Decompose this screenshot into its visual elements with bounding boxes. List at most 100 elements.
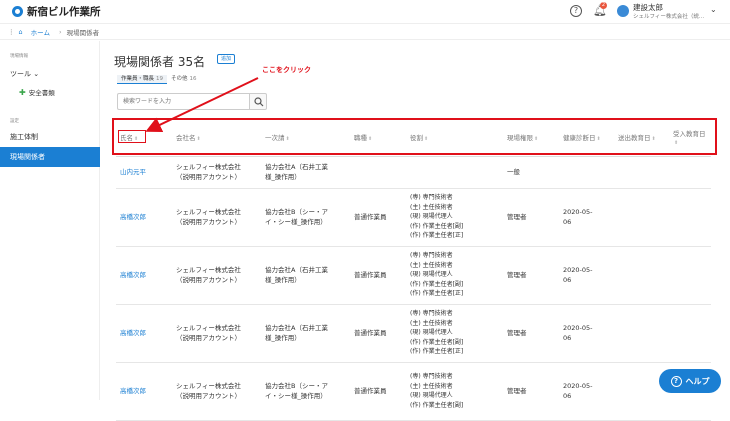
- trade-cell: [350, 156, 406, 189]
- breadcrumb-current: 現場関係者: [66, 28, 100, 37]
- roles-cell: (専) 専門技術者 (主) 主任技術者 (現) 現場代理人 (作) 作業主任者[副] (…: [406, 246, 503, 305]
- trade-cell: 普通作業員: [350, 362, 406, 421]
- role-line: (専) 専門技術者: [410, 373, 453, 380]
- chevron-right-icon: ›: [58, 27, 62, 36]
- permission-cell: 管理者: [503, 304, 559, 363]
- primary-line: イ・シー様_操作用）: [265, 218, 327, 226]
- health-check-cell: 2020-05- 06: [559, 362, 614, 421]
- receive-education-cell: [669, 246, 711, 305]
- primary-line: 協力会社A（石井工業: [265, 163, 328, 171]
- permission-cell: 一般: [503, 156, 559, 189]
- sidebar-item-label: 安全書類: [28, 89, 55, 97]
- home-icon[interactable]: ⌂: [19, 28, 23, 36]
- search-icon: [254, 97, 264, 107]
- send-education-cell: [614, 246, 669, 305]
- date-line: 06: [563, 334, 572, 342]
- tab-others[interactable]: その他 16: [167, 75, 201, 84]
- sidebar-item-safety-docs[interactable]: ✚ 安全書類: [19, 87, 55, 98]
- date-line: 2020-05-: [563, 324, 593, 332]
- breadcrumb: ⋮ ⌂ ホーム › 現場関係者: [0, 24, 730, 40]
- role-line: (作) 作業主任者[正]: [410, 348, 464, 356]
- help-label: ヘルプ: [685, 376, 710, 386]
- permission-cell: 管理者: [503, 362, 559, 421]
- sidebar: 現場情報 ツール ⌄ ✚ 安全書類 設定 施工体制 現場関係者: [0, 41, 100, 400]
- role-line: (主) 主任技術者: [410, 382, 453, 390]
- role-line: (作) 作業主任者[副]: [410, 338, 464, 346]
- company-line: シェルフィー株式会社: [176, 208, 241, 216]
- health-check-cell: 2020-05- 06: [559, 246, 614, 305]
- add-button[interactable]: 追加: [217, 54, 235, 64]
- role-line: (専) 専門技術者: [410, 252, 453, 260]
- sidebar-section-site: 現場情報: [10, 54, 28, 59]
- annotation-callout: ここをクリック: [262, 66, 311, 74]
- search-button[interactable]: [249, 93, 267, 110]
- search-input[interactable]: [117, 93, 249, 110]
- table-row[interactable]: 高橋次郎 シェルフィー株式会社 （説明用アカウント） 協力会社A（石井工業 様_操作…: [116, 304, 711, 363]
- roles-cell: (専) 専門技術者 (主) 主任技術者 (現) 現場代理人 (作) 作業主任者[副]: [406, 362, 503, 421]
- chevron-down-icon[interactable]: ⌄: [710, 5, 717, 14]
- member-name-link[interactable]: 山内元平: [120, 168, 146, 176]
- table-row[interactable]: 高橋次郎 シェルフィー株式会社 （説明用アカウント） 協力会社B（シー・ア イ・シー…: [116, 362, 711, 421]
- table-row[interactable]: 高橋次郎 シェルフィー株式会社 （説明用アカウント） 協力会社A（石井工業 様_操作…: [116, 246, 711, 305]
- breadcrumb-home[interactable]: ホーム: [31, 27, 50, 37]
- sidebar-item-label: ツール: [10, 70, 31, 78]
- sidebar-item-members[interactable]: 現場関係者: [0, 147, 100, 167]
- tab-count: 19: [156, 76, 164, 82]
- role-line: (作) 作業主任者[正]: [410, 290, 464, 298]
- page-title: 現場関係者 35名: [114, 55, 206, 69]
- company-line: シェルフィー株式会社: [176, 382, 241, 390]
- primary-line: 協力会社B（シー・ア: [265, 382, 328, 390]
- primary-line: 様_操作用）: [265, 334, 301, 342]
- date-line: 2020-05-: [563, 382, 593, 390]
- role-line: (専) 専門技術者: [410, 310, 453, 318]
- permission-cell: 管理者: [503, 246, 559, 305]
- help-button[interactable]: ? ヘルプ: [659, 369, 721, 393]
- role-line: (主) 主任技術者: [410, 319, 453, 327]
- primary-line: 協力会社A（石井工業: [265, 324, 328, 332]
- role-line: (現) 現場代理人: [410, 213, 453, 221]
- role-line: (現) 現場代理人: [410, 392, 453, 399]
- permission-cell: 管理者: [503, 188, 559, 247]
- tab-workers[interactable]: 作業員・職長 19: [117, 75, 168, 84]
- sidebar-item-tools[interactable]: ツール ⌄: [10, 69, 39, 79]
- send-education-cell: [614, 188, 669, 247]
- company-line: シェルフィー株式会社: [176, 324, 241, 332]
- app-logo[interactable]: 新宿ビル作業所: [12, 4, 101, 19]
- logo-icon: [12, 6, 23, 17]
- question-icon: ?: [670, 375, 682, 387]
- role-line: (作) 作業主任者[副]: [410, 222, 464, 230]
- avatar[interactable]: [617, 5, 629, 17]
- table-row[interactable]: 高橋次郎 シェルフィー株式会社 （説明用アカウント） 協力会社B（シー・ア イ・シー…: [116, 188, 711, 247]
- chevron-down-icon: ⌄: [33, 70, 40, 78]
- send-education-cell: [614, 362, 669, 421]
- member-name-link[interactable]: 高橋次郎: [120, 213, 146, 221]
- trade-cell: 普通作業員: [350, 188, 406, 247]
- plus-icon: ✚: [19, 87, 26, 97]
- primary-line: 協力会社B（シー・ア: [265, 208, 328, 216]
- help-icon[interactable]: ?: [570, 5, 582, 17]
- company-line: シェルフィー株式会社: [176, 266, 241, 274]
- annotation-name-box: [118, 130, 146, 143]
- send-education-cell: [614, 156, 669, 189]
- app-title: 新宿ビル作業所: [27, 6, 101, 18]
- member-name-link[interactable]: 高橋次郎: [120, 387, 146, 395]
- tab-bar: 作業員・職長 19 その他 16: [117, 75, 201, 84]
- table-row[interactable]: 山内元平 シェルフィー株式会社 （説明用アカウント） 協力会社A（石井工業 様_操作…: [116, 156, 711, 189]
- sidebar-item-construction[interactable]: 施工体制: [10, 132, 38, 142]
- date-line: 06: [563, 218, 572, 226]
- member-name-link[interactable]: 高橋次郎: [120, 329, 146, 337]
- company-line: シェルフィー株式会社: [176, 163, 241, 171]
- role-line: (主) 主任技術者: [410, 261, 453, 269]
- role-line: (専) 専門技術者: [410, 194, 453, 202]
- roles-cell: (専) 専門技術者 (主) 主任技術者 (現) 現場代理人 (作) 作業主任者[副] (…: [406, 188, 503, 247]
- company-line: （説明用アカウント）: [176, 334, 241, 342]
- roles-cell: (専) 専門技術者 (主) 主任技術者 (現) 現場代理人 (作) 作業主任者[副] (…: [406, 304, 503, 363]
- health-check-cell: 2020-05- 06: [559, 304, 614, 363]
- member-name-link[interactable]: 高橋次郎: [120, 271, 146, 279]
- sidebar-section-settings: 設定: [10, 119, 19, 124]
- menu-dots-icon[interactable]: ⋮: [8, 28, 15, 36]
- receive-education-cell: [669, 188, 711, 247]
- role-line: (主) 主任技術者: [410, 203, 453, 211]
- top-bar: 新宿ビル作業所 ? 🔔︎ 2 建設太郎 シェルフィー株式会社（説... ⌄: [0, 0, 730, 24]
- send-education-cell: [614, 304, 669, 363]
